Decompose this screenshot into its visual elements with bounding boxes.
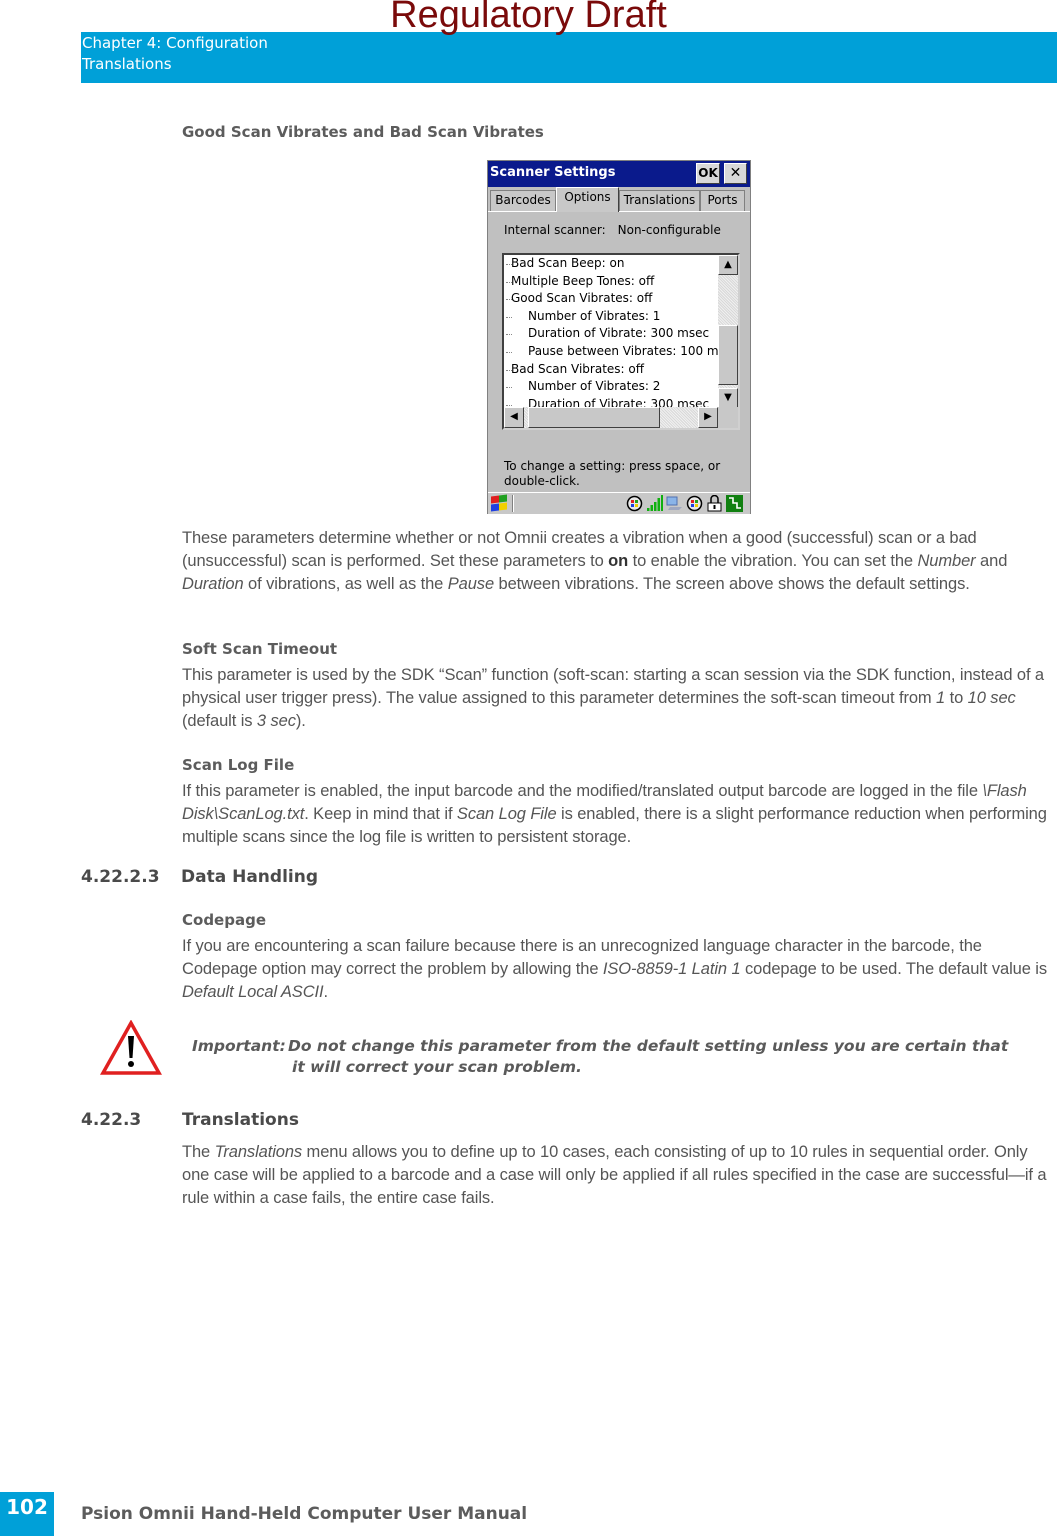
tab-ports[interactable]: Ports [700, 190, 745, 211]
list-item-label: Pause between Vibrates: 100 msec [528, 344, 739, 358]
close-button[interactable]: ✕ [724, 163, 747, 184]
important-label: Important: [192, 1037, 286, 1055]
list-item-label: Good Scan Vibrates: off [511, 291, 653, 306]
list-item-label: Duration of Vibrate: 300 msec [528, 326, 710, 341]
tab-barcodes[interactable]: Barcodes [490, 190, 556, 211]
page-number: 102 [0, 1492, 54, 1536]
ok-button[interactable]: OK [696, 163, 720, 184]
scroll-left-button[interactable]: ◀ [504, 407, 524, 428]
heading-scan-log-file: Scan Log File [182, 756, 295, 774]
signal-icon[interactable] [646, 495, 663, 512]
power-icon[interactable] [726, 495, 743, 512]
important-note: Important: Do not change this parameter f… [192, 1037, 1009, 1076]
tab-translations[interactable]: Translations [619, 190, 700, 211]
taskbar [488, 492, 750, 514]
list-item-label: Bad Scan Vibrates: off [511, 361, 644, 376]
vertical-scrollbar[interactable]: ▲ ▼ [718, 255, 738, 408]
list-item-label: Number of Vibrates: 2 [528, 379, 661, 394]
heading-translations: 4.22.3 Translations [81, 1110, 299, 1130]
list-item-label: Bad Scan Beep: on [511, 256, 625, 270]
soft-scan-description: This parameter is used by the SDK “Scan”… [182, 666, 1045, 730]
network-icon[interactable] [626, 495, 643, 512]
scan-log-description: If this parameter is enabled, the input … [182, 782, 1047, 846]
footer-title: Psion Omnii Hand-Held Computer User Manu… [81, 1504, 528, 1524]
heading-soft-scan-timeout: Soft Scan Timeout [182, 640, 338, 658]
lock-icon[interactable] [706, 495, 723, 512]
scroll-right-button[interactable]: ▶ [698, 407, 718, 428]
scroll-down-button[interactable]: ▼ [718, 388, 738, 408]
internal-scanner-value: Non-configurable [617, 223, 721, 237]
tab-options[interactable]: Options [556, 187, 619, 212]
codepage-description: If you are encountering a scan failure b… [182, 937, 1048, 1001]
scanner-settings-screenshot: Scanner Settings OK ✕ Barcodes Options T… [487, 160, 751, 514]
list-item-label: Number of Vibrates: 1 [528, 308, 661, 323]
internal-scanner-label: Internal scanner: [504, 223, 606, 237]
vertical-scroll-thumb[interactable] [718, 325, 738, 385]
heading-codepage: Codepage [182, 911, 266, 929]
internal-scanner-row: Internal scanner: Non-configurable [504, 223, 721, 237]
vibrates-description: These parameters determine whether or no… [182, 529, 1008, 593]
heading-vibrates: Good Scan Vibrates and Bad Scan Vibrates [182, 123, 544, 141]
warning-icon [100, 1020, 162, 1075]
page-header: Chapter 4: Configuration Translations [81, 32, 1057, 83]
translations-description: The Translations menu allows you to defi… [182, 1143, 1047, 1207]
horizontal-scroll-thumb[interactable] [528, 407, 660, 428]
heading-data-handling: 4.22.2.3 Data Handling [81, 867, 318, 887]
start-icon[interactable] [490, 494, 508, 512]
list-item-label: Multiple Beep Tones: off [511, 273, 655, 288]
network-icon[interactable] [686, 495, 703, 512]
scroll-up-button[interactable]: ▲ [718, 255, 738, 275]
window-titlebar: Scanner Settings OK ✕ [488, 161, 750, 187]
connection-icon[interactable] [666, 495, 683, 512]
horizontal-scrollbar[interactable]: ◀ ▶ [504, 407, 718, 428]
hint-text: To change a setting: press space, or dou… [504, 459, 721, 488]
watermark: Regulatory Draft [390, 0, 667, 36]
section-title: Translations [82, 55, 172, 73]
settings-tree-list[interactable]: Bad Scan Beep: on Multiple Beep Tones: of… [502, 253, 740, 430]
window-title: Scanner Settings [490, 165, 616, 180]
